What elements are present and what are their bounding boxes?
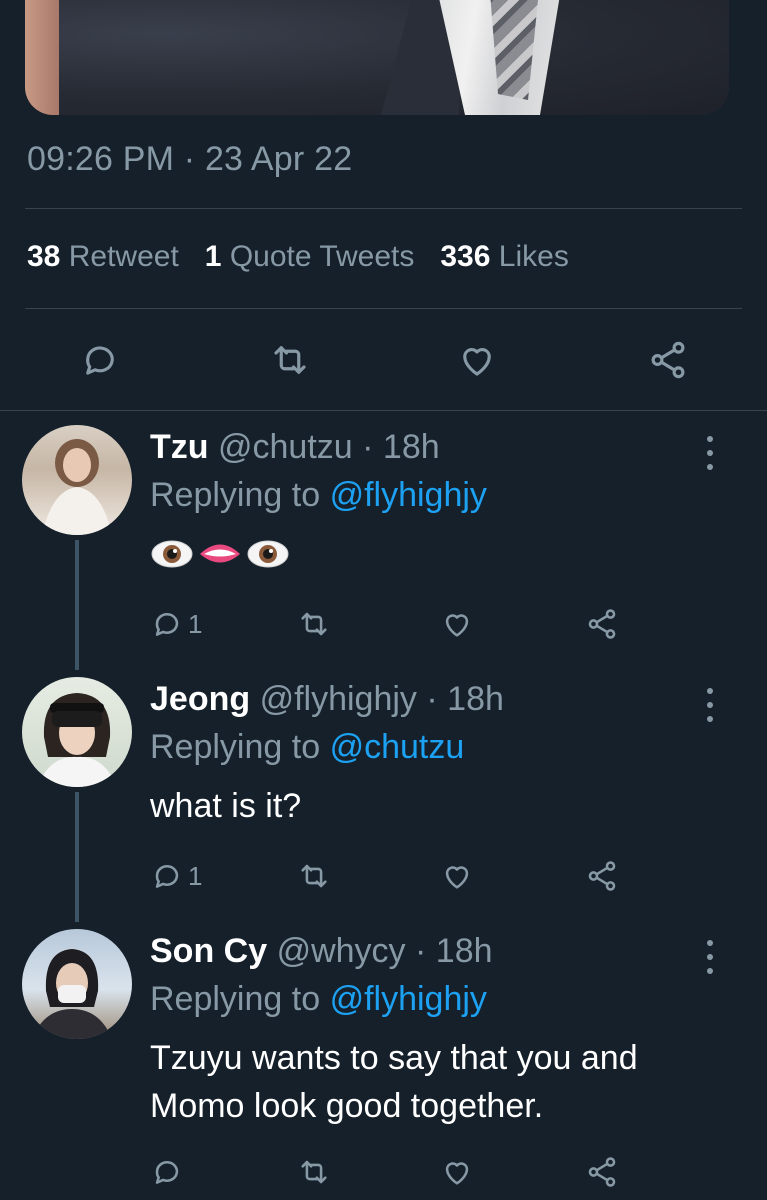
like-button[interactable] <box>440 858 474 894</box>
like-icon <box>445 614 469 637</box>
reply-icon <box>155 865 179 888</box>
retweets-stat[interactable]: 38 Retweet <box>27 240 179 273</box>
avatar[interactable] <box>22 425 132 535</box>
share-button[interactable] <box>585 858 619 894</box>
retweet-icon <box>301 864 327 888</box>
thread-line <box>75 792 79 922</box>
user-handle[interactable]: @flyhighjy <box>260 680 417 718</box>
replying-label: Replying to <box>150 728 321 766</box>
share-button[interactable] <box>585 1154 619 1190</box>
reply-header: Tzu @chutzu · 18h <box>150 428 440 467</box>
quotes-label: Quote Tweets <box>229 240 415 273</box>
reply-time: · 18h <box>362 428 440 466</box>
like-icon[interactable] <box>455 338 499 382</box>
likes-count: 336 <box>440 240 491 273</box>
like-button[interactable] <box>440 606 474 642</box>
divider <box>25 308 742 309</box>
reply-time: · 18h <box>415 932 493 970</box>
media-skin-area <box>25 0 59 115</box>
share-button[interactable] <box>585 606 619 642</box>
display-name[interactable]: Son Cy <box>150 932 267 970</box>
reply-icon <box>155 613 179 636</box>
retweets-count: 38 <box>27 240 61 273</box>
share-icon <box>588 1157 616 1187</box>
user-handle[interactable]: @whycy <box>277 932 406 970</box>
mention-link[interactable]: @flyhighjy <box>330 476 487 514</box>
tweet-timestamp: 09:26 PM · 23 Apr 22 <box>27 140 353 178</box>
tweet-stats: 38 Retweet 1 Quote Tweets 336 Likes <box>27 240 569 274</box>
likes-stat[interactable]: 336 Likes <box>440 240 568 273</box>
reply-action-bar: 1 <box>0 858 767 894</box>
likes-label: Likes <box>498 240 569 273</box>
divider <box>0 410 767 411</box>
replying-to: Replying to @chutzu <box>150 728 464 767</box>
eyes-emoji <box>151 540 193 568</box>
reply-icon <box>155 1161 179 1184</box>
avatar[interactable] <box>22 929 132 1039</box>
share-icon[interactable] <box>646 338 690 382</box>
user-handle[interactable]: @chutzu <box>218 428 353 466</box>
replying-label: Replying to <box>150 980 321 1018</box>
retweet-button[interactable] <box>297 1154 331 1190</box>
reply-icon[interactable] <box>78 338 122 382</box>
retweet-icon[interactable] <box>268 338 312 382</box>
reply-button[interactable]: 1 <box>150 606 202 642</box>
more-options-icon[interactable] <box>700 688 720 722</box>
share-icon <box>588 861 616 891</box>
display-name[interactable]: Tzu <box>150 428 209 466</box>
reply-action-bar <box>0 1154 767 1190</box>
retweet-icon <box>301 612 327 636</box>
reply-emoji-text <box>150 537 290 571</box>
retweet-button[interactable] <box>297 606 331 642</box>
eyes-emoji <box>247 540 289 568</box>
reply-button[interactable]: 1 <box>150 858 202 894</box>
more-options-icon[interactable] <box>700 940 720 974</box>
quotes-count: 1 <box>204 240 222 273</box>
thread-line <box>75 540 79 670</box>
reply-count: 1 <box>188 608 203 639</box>
like-icon <box>445 1162 469 1185</box>
tweet-action-bar <box>0 338 767 382</box>
mention-link[interactable]: @chutzu <box>330 728 465 766</box>
reply-text-line-2: Momo look good together. <box>150 1087 544 1125</box>
divider <box>25 208 742 209</box>
avatar[interactable] <box>22 677 132 787</box>
replying-label: Replying to <box>150 476 321 514</box>
replying-to: Replying to @flyhighjy <box>150 476 487 515</box>
replying-to: Replying to @flyhighjy <box>150 980 487 1019</box>
mouth-emoji <box>200 544 240 563</box>
mention-link[interactable]: @flyhighjy <box>330 980 487 1018</box>
reply-text-line-1: Tzuyu wants to say that you and <box>150 1039 638 1077</box>
media-suit-fabric <box>25 0 729 115</box>
tweet-media-image[interactable] <box>25 0 729 115</box>
reply-text: what is it? <box>150 787 302 825</box>
like-icon <box>445 866 469 889</box>
quotes-stat[interactable]: 1 Quote Tweets <box>205 240 415 273</box>
share-icon <box>588 609 616 639</box>
more-options-icon[interactable] <box>700 436 720 470</box>
reply-button[interactable] <box>150 1154 184 1190</box>
reply-header: Jeong @flyhighjy · 18h <box>150 680 504 719</box>
retweets-label: Retweet <box>68 240 179 273</box>
retweet-icon <box>301 1160 327 1184</box>
reply-time: · 18h <box>426 680 504 718</box>
retweet-button[interactable] <box>297 858 331 894</box>
like-button[interactable] <box>440 1154 474 1190</box>
display-name[interactable]: Jeong <box>150 680 250 718</box>
reply-count: 1 <box>188 860 203 891</box>
reply-header: Son Cy @whycy · 18h <box>150 932 493 971</box>
reply-action-bar: 1 <box>0 606 767 642</box>
